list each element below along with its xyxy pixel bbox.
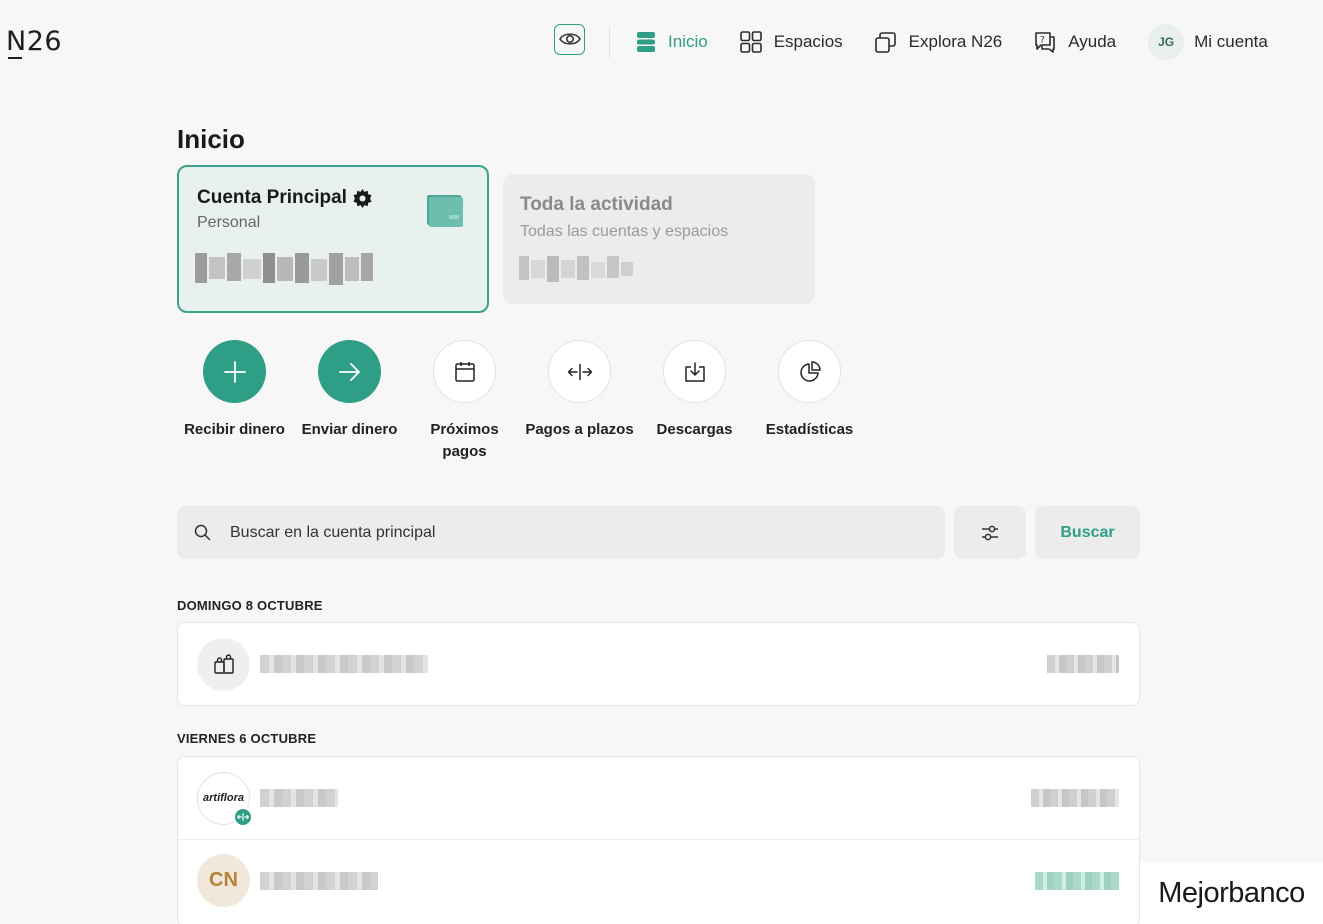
grid-icon xyxy=(739,31,762,53)
svg-text:?: ? xyxy=(1040,36,1045,46)
page-title: Inicio xyxy=(177,124,245,154)
search-input[interactable]: Buscar en la cuenta principal xyxy=(177,506,945,559)
privacy-toggle-button[interactable] xyxy=(554,23,585,55)
all-activity-subtitle: Todas las cuentas y espacios xyxy=(520,223,729,240)
action-descargas[interactable]: Descargas xyxy=(637,340,752,463)
action-recibir-dinero[interactable]: Recibir dinero xyxy=(177,340,292,463)
transaction-avatar xyxy=(197,637,250,691)
action-label: Próximos pagos xyxy=(430,421,499,460)
download-icon xyxy=(684,361,705,382)
eye-icon xyxy=(558,33,581,45)
transaction-row[interactable]: CN xyxy=(178,839,1139,921)
action-label: Pagos a plazos xyxy=(525,421,634,438)
pie-chart-icon xyxy=(799,360,821,382)
user-avatar: JG xyxy=(1148,24,1185,60)
hidden-amount xyxy=(1047,655,1119,673)
nav-explora-label: Explora N26 xyxy=(908,32,1003,51)
nav-inicio-label: Inicio xyxy=(668,32,708,51)
nav-espacios-label: Espacios xyxy=(773,32,843,51)
n26-logo[interactable]: N26 xyxy=(6,26,62,59)
action-plazos-circle[interactable] xyxy=(548,340,611,403)
transaction-date-header: VIERNES 6 OCTUBRE xyxy=(177,731,317,746)
transaction-row[interactable]: artiflora xyxy=(178,757,1139,839)
action-recibir-circle[interactable] xyxy=(203,340,266,403)
search-icon xyxy=(194,524,211,541)
filter-button[interactable] xyxy=(954,506,1026,559)
transaction-group xyxy=(177,622,1140,706)
transaction-row[interactable] xyxy=(178,623,1139,705)
action-estadisticas[interactable]: Estadísticas xyxy=(752,340,867,463)
account-card-title: Cuenta Principal xyxy=(197,187,347,208)
hidden-merchant-name xyxy=(260,871,378,890)
action-enviar-dinero[interactable]: Enviar dinero xyxy=(292,340,407,463)
top-nav: Inicio Espacios Explora N26 ? Ayuda JG M… xyxy=(554,22,1268,62)
gear-icon[interactable] xyxy=(353,188,372,208)
action-enviar-circle[interactable] xyxy=(318,340,381,403)
merchant-logo: artiflora xyxy=(197,771,253,827)
nav-explora[interactable]: Explora N26 xyxy=(874,31,1003,53)
installment-badge xyxy=(233,806,253,827)
action-proximos-circle[interactable] xyxy=(433,340,496,403)
quick-actions: Recibir dinero Enviar dinero Próximos pa… xyxy=(177,340,867,463)
action-descargas-circle[interactable] xyxy=(663,340,726,403)
hidden-amount xyxy=(1031,789,1119,807)
action-estadisticas-circle[interactable] xyxy=(778,340,841,403)
hidden-merchant-name xyxy=(260,789,338,807)
hidden-balance xyxy=(195,253,373,285)
transaction-group: artiflora CN xyxy=(177,756,1140,924)
nav-inicio[interactable]: Inicio xyxy=(636,31,708,53)
nav-ayuda-label: Ayuda xyxy=(1068,32,1117,51)
nav-mi-cuenta-label: Mi cuenta xyxy=(1194,32,1268,51)
search-button[interactable]: Buscar xyxy=(1035,506,1140,559)
action-label: Descargas xyxy=(656,421,733,438)
transaction-date-header: DOMINGO 8 OCTUBRE xyxy=(177,598,323,613)
action-label: Recibir dinero xyxy=(184,421,285,438)
contact-avatar: CN xyxy=(197,854,250,907)
action-pagos-plazos[interactable]: Pagos a plazos xyxy=(522,340,637,463)
cards-stack-icon xyxy=(874,32,896,53)
calendar-icon xyxy=(454,361,475,382)
action-proximos-pagos[interactable]: Próximos pagos xyxy=(407,340,522,463)
sliders-icon xyxy=(982,525,998,540)
hidden-merchant-name xyxy=(260,655,428,673)
help-icon: ? xyxy=(1035,32,1056,53)
nav-mi-cuenta[interactable]: JG Mi cuenta xyxy=(1148,24,1268,60)
arrow-right-icon xyxy=(338,362,360,381)
home-icon xyxy=(637,32,655,52)
nav-divider xyxy=(609,26,610,58)
split-arrows-icon xyxy=(237,812,249,821)
all-activity-title: Toda la actividad xyxy=(520,194,673,215)
watermark: Mejorbanco xyxy=(1140,862,1323,924)
debit-card-icon xyxy=(427,195,463,227)
nav-espacios[interactable]: Espacios xyxy=(739,31,843,53)
action-label: Estadísticas xyxy=(765,421,854,438)
account-card-all-activity[interactable]: Toda la actividad Todas las cuentas y es… xyxy=(503,174,815,304)
split-arrows-icon xyxy=(567,363,592,380)
nav-ayuda[interactable]: ? Ayuda xyxy=(1034,31,1116,53)
account-card-main[interactable]: Cuenta Principal Personal xyxy=(177,165,489,313)
hidden-amount xyxy=(1035,871,1119,890)
hidden-balance-all xyxy=(519,256,633,282)
plus-icon xyxy=(223,360,246,383)
shopping-bags-icon xyxy=(213,654,234,674)
action-label: Enviar dinero xyxy=(301,421,398,438)
merchant-logo-text: artiflora xyxy=(203,792,244,804)
search-placeholder: Buscar en la cuenta principal xyxy=(230,523,436,541)
